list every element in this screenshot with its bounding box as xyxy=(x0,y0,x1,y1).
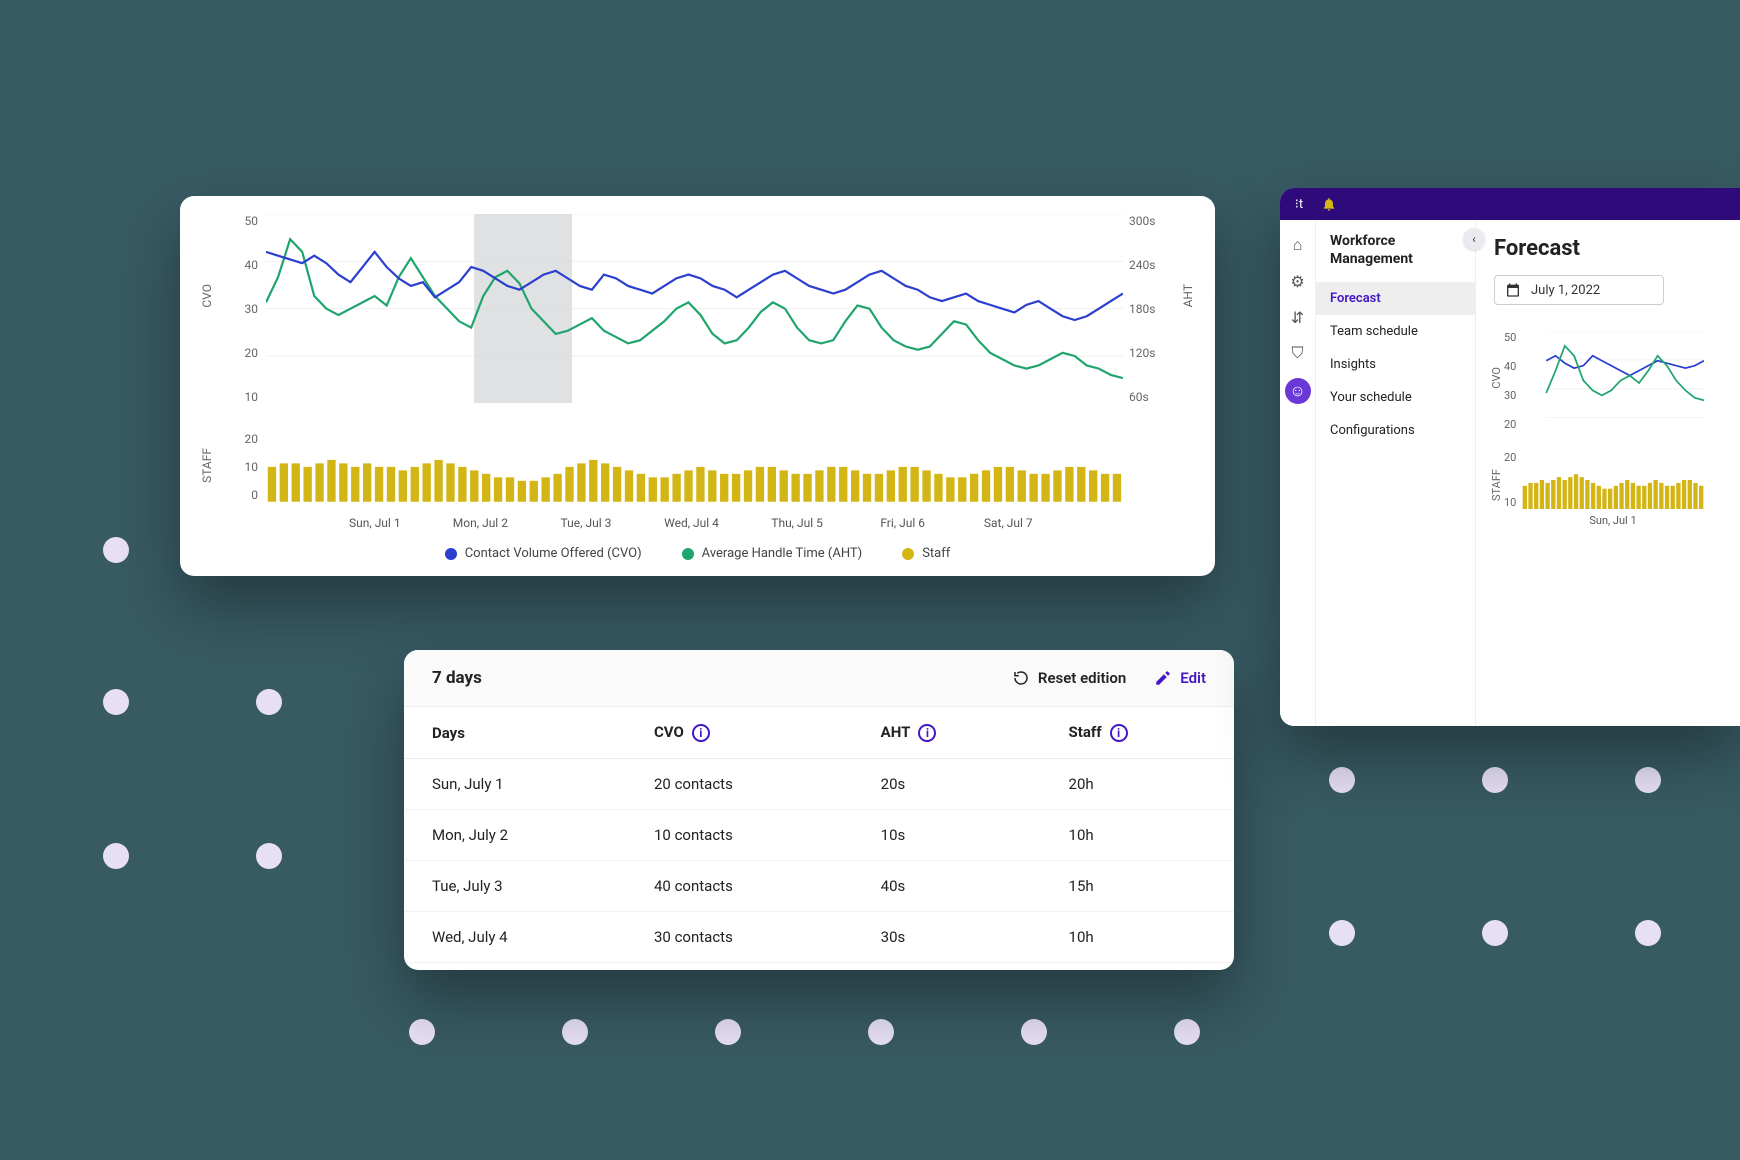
dot-decor xyxy=(409,1019,435,1045)
chart-legend: Contact Volume Offered (CVO) Average Hand… xyxy=(210,546,1185,561)
dot-decor xyxy=(103,537,129,563)
col-days: Days xyxy=(404,707,626,759)
forecast-table-card: 7 days Reset edition Edit DaysCVOiAHTiSt… xyxy=(404,650,1234,970)
axis-label-cvo: CVO xyxy=(200,284,214,308)
dot-decor xyxy=(1174,1019,1200,1045)
line-chart[interactable]: CVO AHT 5040302010 300s240s180s120s60s xyxy=(210,214,1185,404)
calendar-icon xyxy=(1505,282,1521,298)
app-icon-rail: ⌂ ⚙ ⇵ ⛉ ☺ xyxy=(1280,220,1316,726)
table-title: 7 days xyxy=(432,668,482,688)
legend-item[interactable]: Staff xyxy=(902,546,950,561)
gear-icon[interactable]: ⚙ xyxy=(1287,270,1309,292)
nav-insights[interactable]: Insights xyxy=(1316,348,1475,381)
dot-decor xyxy=(1482,920,1508,946)
dot-decor xyxy=(868,1019,894,1045)
module-title: Workforce Management xyxy=(1316,232,1475,282)
dot-decor xyxy=(1329,920,1355,946)
staff-bar-chart[interactable]: STAFF 20100 Sun, Jul 1Mon, Jul 2Tue, Jul… xyxy=(210,432,1185,502)
table-row[interactable]: Wed, July 430 contacts30s10h xyxy=(404,912,1234,963)
col-staff: Staffi xyxy=(1041,707,1234,759)
table-row[interactable]: Mon, July 210 contacts10s10h xyxy=(404,810,1234,861)
app-window: ⁝t ⌂ ⚙ ⇵ ⛉ ☺ ‹ Workforce Management Fore… xyxy=(1280,188,1740,726)
nav-team-schedule[interactable]: Team schedule xyxy=(1316,315,1475,348)
y-left-ticks: 5040302010 xyxy=(230,214,258,404)
axis-label-aht: AHT xyxy=(1181,284,1195,307)
app-topbar: ⁝t xyxy=(1280,188,1740,220)
edit-label: Edit xyxy=(1180,669,1206,687)
dot-decor xyxy=(103,689,129,715)
dot-decor xyxy=(715,1019,741,1045)
collapse-nav-icon[interactable]: ‹ xyxy=(1463,228,1485,250)
shield-icon[interactable]: ⛉ xyxy=(1287,342,1309,364)
nav-forecast[interactable]: Forecast xyxy=(1316,282,1475,315)
main-content: Forecast July 1, 2022 CVO 50403020 STAFF… xyxy=(1476,220,1740,726)
col-aht: AHTi xyxy=(853,707,1041,759)
dot-decor xyxy=(1482,767,1508,793)
dot-decor xyxy=(1635,920,1661,946)
line-plot-svg xyxy=(266,214,1123,403)
dot-decor xyxy=(1635,767,1661,793)
side-nav: ‹ Workforce Management ForecastTeam sche… xyxy=(1316,220,1476,726)
edit-button[interactable]: Edit xyxy=(1154,669,1206,687)
legend-item[interactable]: Contact Volume Offered (CVO) xyxy=(445,546,642,561)
reset-icon xyxy=(1012,669,1030,687)
notifications-icon[interactable] xyxy=(1320,195,1338,213)
mini-staff-chart[interactable]: STAFF 2010 Sun, Jul 1 xyxy=(1494,451,1704,527)
mini-axis-cvo: CVO xyxy=(1490,367,1503,389)
mini-x-caption: Sun, Jul 1 xyxy=(1522,514,1704,527)
col-cvo: CVOi xyxy=(626,707,853,759)
dot-decor xyxy=(103,843,129,869)
flow-icon[interactable]: ⇵ xyxy=(1287,306,1309,328)
date-picker[interactable]: July 1, 2022 xyxy=(1494,275,1664,305)
nav-your-schedule[interactable]: Your schedule xyxy=(1316,381,1475,414)
legend-item[interactable]: Average Handle Time (AHT) xyxy=(682,546,863,561)
forecast-chart-card: CVO AHT 5040302010 300s240s180s120s60s S… xyxy=(180,196,1215,576)
dot-decor xyxy=(1329,767,1355,793)
dot-decor xyxy=(1021,1019,1047,1045)
info-icon[interactable]: i xyxy=(918,724,936,742)
dot-decor xyxy=(562,1019,588,1045)
date-value: July 1, 2022 xyxy=(1531,283,1600,298)
staff-plot-svg xyxy=(266,432,1123,502)
table-row[interactable]: Sun, July 120 contacts20s20h xyxy=(404,759,1234,810)
workforce-icon[interactable]: ☺ xyxy=(1285,378,1311,404)
y-right-ticks: 300s240s180s120s60s xyxy=(1129,214,1165,404)
nav-configurations[interactable]: Configurations xyxy=(1316,414,1475,447)
dot-decor xyxy=(256,843,282,869)
app-logo-icon[interactable]: ⁝t xyxy=(1290,195,1308,213)
reset-edition-label: Reset edition xyxy=(1038,669,1126,687)
dot-decor xyxy=(256,689,282,715)
page-title: Forecast xyxy=(1494,236,1740,261)
table-row[interactable]: Tue, July 340 contacts40s15h xyxy=(404,861,1234,912)
edit-icon xyxy=(1154,669,1172,687)
home-icon[interactable]: ⌂ xyxy=(1287,234,1309,256)
x-ticks: Sun, Jul 1Mon, Jul 2Tue, Jul 3Wed, Jul 4… xyxy=(322,516,1061,530)
axis-label-staff: STAFF xyxy=(200,448,214,483)
mini-axis-staff: STAFF xyxy=(1490,469,1503,501)
info-icon[interactable]: i xyxy=(692,724,710,742)
mini-line-chart[interactable]: CVO 50403020 xyxy=(1494,331,1704,431)
reset-edition-button[interactable]: Reset edition xyxy=(1012,669,1126,687)
info-icon[interactable]: i xyxy=(1110,724,1128,742)
forecast-table: DaysCVOiAHTiStaffi Sun, July 120 contact… xyxy=(404,707,1234,963)
staff-y-ticks: 20100 xyxy=(230,432,258,502)
